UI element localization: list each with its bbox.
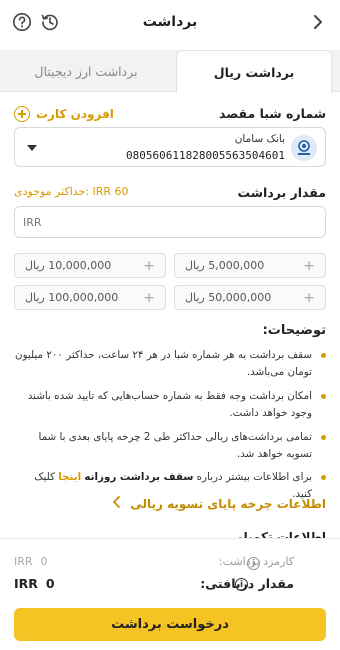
- chevron-left-icon: [112, 496, 122, 512]
- description-text: برای اطلاعات بیشتر درباره: [196, 471, 312, 483]
- bank-name: بانک سامان: [234, 133, 285, 145]
- amount-input[interactable]: [14, 206, 326, 238]
- plus-icon: +: [303, 257, 315, 274]
- top-bar: برداشت: [0, 0, 340, 44]
- received-info-icon[interactable]: i: [235, 578, 248, 591]
- amount-label: مقدار برداشت: [237, 185, 326, 200]
- history-icon[interactable]: [40, 12, 60, 32]
- bank-saman-logo-icon: [291, 135, 317, 161]
- plus-icon: +: [303, 289, 315, 306]
- description-item: تمامی برداشت‌های ریالی حداکثر طی 2 چرخه …: [14, 429, 326, 463]
- description-item: سقف برداشت به هر شماره شبا در هر ۲۴ ساعت…: [14, 347, 326, 381]
- max-balance-link[interactable]: حداکثر موجودی: IRR 60: [14, 185, 129, 198]
- extra-info-heading: اطلاعات تکمیلی: [231, 530, 326, 538]
- fee-info-icon[interactable]: i: [247, 557, 260, 570]
- page-title: برداشت: [142, 14, 198, 30]
- preset-100m-button[interactable]: + 100,000,000 ریال: [14, 285, 166, 310]
- preset-5m-button[interactable]: + 5,000,000 ریال: [174, 253, 326, 278]
- preset-10m-button[interactable]: + 10,000,000 ریال: [14, 253, 166, 278]
- preset-label: 100,000,000 ریال: [25, 291, 119, 304]
- received-amount: 0: [45, 576, 55, 591]
- tab-crypto-withdraw[interactable]: برداشت ارز دیجیتال: [0, 50, 172, 92]
- add-card-label: افزودن کارت: [36, 107, 114, 121]
- iban-label: شماره شبا مقصد: [218, 106, 326, 121]
- received-value: IRR 0: [14, 576, 55, 591]
- back-chevron-icon[interactable]: [308, 12, 328, 32]
- withdraw-tabs: برداشت ریال برداشت ارز دیجیتال: [0, 50, 340, 93]
- description-item: امکان برداشت وجه فقط به شماره حساب‌هایی …: [14, 388, 326, 422]
- preset-label: 10,000,000 ریال: [25, 259, 112, 272]
- plus-icon: +: [143, 257, 155, 274]
- fee-currency: IRR: [14, 555, 33, 568]
- fee-value: IRR 0: [14, 555, 48, 568]
- submit-withdraw-button[interactable]: درخواست برداشت: [14, 608, 326, 641]
- preset-50m-button[interactable]: + 50,000,000 ریال: [174, 285, 326, 310]
- dropdown-caret-icon: [27, 145, 37, 151]
- fee-amount: 0: [40, 555, 48, 568]
- paya-cycle-label: اطلاعات چرخه پایای تسویه ریالی: [130, 497, 326, 511]
- iban-number: 080560611828005563504601: [126, 149, 285, 162]
- help-icon[interactable]: [12, 12, 32, 32]
- daily-limit-text: سقف برداشت روزانه: [84, 471, 194, 483]
- preset-label: 5,000,000 ریال: [185, 259, 265, 272]
- iban-select[interactable]: بانک سامان 080560611828005563504601: [14, 127, 326, 167]
- received-currency: IRR: [14, 576, 38, 591]
- preset-label: 50,000,000 ریال: [185, 291, 272, 304]
- descriptions-title: توضیحات:: [262, 323, 326, 338]
- add-circle-icon: [14, 106, 30, 122]
- plus-icon: +: [143, 289, 155, 306]
- paya-cycle-link[interactable]: اطلاعات چرخه پایای تسویه ریالی: [112, 496, 326, 512]
- add-card-button[interactable]: افزودن کارت: [14, 106, 114, 122]
- here-link[interactable]: اینجا: [58, 471, 81, 483]
- tab-rial-withdraw[interactable]: برداشت ریال: [176, 50, 332, 93]
